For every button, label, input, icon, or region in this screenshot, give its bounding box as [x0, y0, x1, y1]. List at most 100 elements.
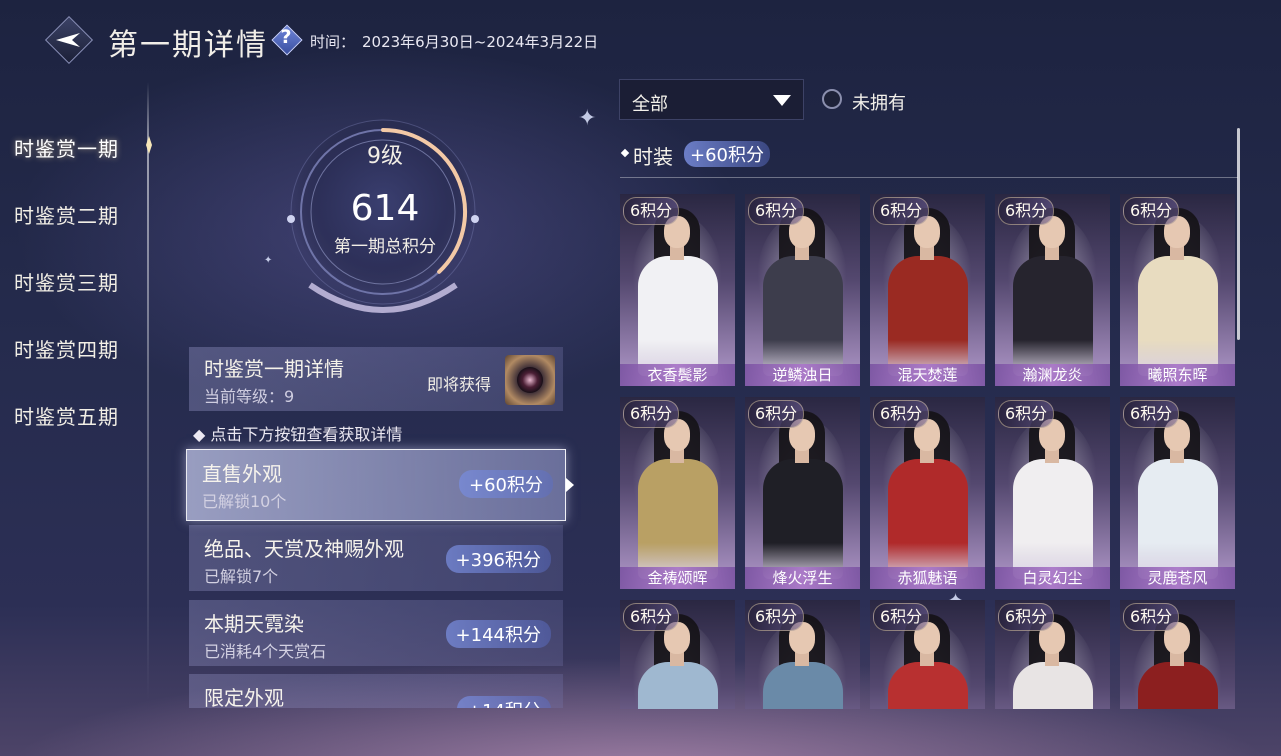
outfit-card[interactable]: 6积分曦照东晖: [1120, 194, 1235, 386]
scrollbar[interactable]: [1237, 128, 1240, 340]
outfit-card[interactable]: 6积分: [745, 600, 860, 709]
outfit-name: 灵鹿苍风: [1120, 567, 1235, 589]
category-subtitle: 已消耗4个天赏石: [204, 642, 327, 661]
outfit-name: 烽火浮生: [745, 567, 860, 589]
outfit-points-badge: 6积分: [1123, 197, 1180, 225]
period-detail-card[interactable]: 时鉴赏一期详情 当前等级：9 即将获得: [189, 347, 563, 411]
outfit-name: 瀚渊龙炎: [995, 364, 1110, 386]
outfit-points-badge: 6积分: [873, 400, 930, 428]
outfit-points-badge: 6积分: [998, 400, 1055, 428]
nav-item-period-1[interactable]: 时鉴赏一期: [14, 133, 119, 162]
level-text: 9级: [367, 144, 403, 169]
filter-value: 全部: [632, 94, 668, 115]
outfit-points-badge: 6积分: [748, 603, 805, 631]
outfit-figure: [1013, 256, 1093, 376]
outfit-figure: [1138, 256, 1218, 376]
reward-orb-icon: [517, 367, 543, 393]
category-points-badge: +144积分: [445, 620, 551, 648]
not-owned-radio[interactable]: [822, 89, 842, 109]
chevron-down-icon: [773, 95, 791, 106]
outfit-card[interactable]: 6积分混天焚莲: [870, 194, 985, 386]
outfit-card[interactable]: 6积分 赤狐魅语: [870, 397, 985, 589]
outfit-points-badge: 6积分: [1123, 603, 1180, 631]
selected-arrow-icon: [566, 478, 574, 492]
active-marker-icon: [146, 136, 152, 154]
category-direct-sale[interactable]: 直售外观 已解锁10个 +60积分: [186, 449, 566, 521]
outfit-card[interactable]: 6积分逆鳞浊日: [745, 194, 860, 386]
header: 第一期详情 ? 时间： 2023年6月30日~2024年3月22日: [0, 0, 1281, 80]
time-range: 2023年6月30日~2024年3月22日: [362, 33, 599, 51]
outfit-points-badge: 6积分: [998, 603, 1055, 631]
outfit-name: 混天焚莲: [870, 364, 985, 386]
outfit-name: 逆鳞浊日: [745, 364, 860, 386]
category-dye[interactable]: 本期天霓染 已消耗4个天赏石 +144积分: [189, 600, 563, 666]
sparkle-icon: ✦: [578, 106, 597, 131]
category-points-badge: +14积分: [457, 696, 551, 708]
category-points-badge: +60积分: [459, 470, 553, 498]
outfit-points-badge: 6积分: [623, 197, 680, 225]
nav-item-period-2[interactable]: 时鉴赏二期: [14, 200, 119, 229]
outfit-name: 衣香鬓影: [620, 364, 735, 386]
outfit-figure: [1013, 662, 1093, 709]
outfit-card[interactable]: 6积分灵鹿苍风: [1120, 397, 1235, 589]
outfit-card[interactable]: 6积分: [1120, 600, 1235, 709]
outfit-figure: [888, 256, 968, 376]
category-premium[interactable]: 绝品、天赏及神赐外观 已解锁7个 +396积分: [189, 525, 563, 591]
outfit-figure: [1138, 459, 1218, 579]
hint-text: ◆ 点击下方按钮查看获取详情: [193, 425, 403, 444]
outfit-figure: [638, 256, 718, 376]
outfit-card[interactable]: 6积分金祷颂晖: [620, 397, 735, 589]
outfit-figure: [1013, 459, 1093, 579]
not-owned-label[interactable]: 未拥有: [852, 89, 906, 115]
current-level: 当前等级：9: [204, 387, 295, 406]
outfit-points-badge: 6积分: [873, 197, 930, 225]
outfit-card[interactable]: 6积分: [870, 600, 985, 709]
outfit-points-badge: 6积分: [998, 197, 1055, 225]
outfit-figure: [763, 662, 843, 709]
total-score: 614: [350, 188, 420, 229]
outfit-name: 白灵幻尘: [995, 567, 1110, 589]
category-subtitle: 已解锁10个: [202, 492, 287, 511]
outfit-card[interactable]: 6积分烽火浮生: [745, 397, 860, 589]
category-title: 绝品、天赏及神赐外观: [204, 537, 404, 561]
back-button[interactable]: [44, 15, 94, 65]
total-score-label: 第一期总积分: [334, 237, 436, 257]
nav-item-period-5[interactable]: 时鉴赏五期: [14, 401, 119, 430]
outfit-figure: [1138, 662, 1218, 709]
outfit-points-badge: 6积分: [873, 603, 930, 631]
section-header: 时装 +60积分: [620, 140, 1238, 178]
category-title: 限定外观: [204, 686, 284, 708]
outfit-points-badge: 6积分: [748, 400, 805, 428]
outfit-card[interactable]: 6积分瀚渊龙炎: [995, 194, 1110, 386]
outfit-card[interactable]: 6积分白灵幻尘: [995, 397, 1110, 589]
outfit-grid: 6积分 衣香鬓影 6积分 逆鳞浊日 6积分 混天焚莲 6积分 瀚渊龙炎 6积分 曦照东晖 6积分 金祷…: [620, 194, 1238, 709]
outfit-figure: [888, 662, 968, 709]
outfit-card[interactable]: 6积分: [995, 600, 1110, 709]
category-points-badge: +396积分: [445, 545, 551, 573]
question-diamond-icon: ?: [280, 26, 292, 48]
outfit-card[interactable]: 6积分衣香鬓影: [620, 194, 735, 386]
category-title: 本期天霓染: [204, 612, 304, 636]
category-limited[interactable]: 限定外观 +14积分: [189, 674, 563, 708]
page-title: 第一期详情: [108, 28, 268, 63]
soon-label: 即将获得: [427, 375, 492, 394]
outfit-card[interactable]: 6积分: [620, 600, 735, 709]
help-button[interactable]: ?: [271, 24, 303, 56]
next-reward-item[interactable]: [505, 355, 555, 405]
outfit-points-badge: 6积分: [1123, 400, 1180, 428]
outfit-name: 金祷颂晖: [620, 567, 735, 589]
category-subtitle: 已解锁7个: [204, 567, 279, 586]
outfit-figure: [638, 662, 718, 709]
filter-dropdown[interactable]: 全部: [619, 79, 804, 120]
section-title: 时装: [633, 145, 673, 169]
section-points-badge: +60积分: [684, 141, 770, 167]
outfit-points-badge: 6积分: [748, 197, 805, 225]
outfit-name: 曦照东晖: [1120, 364, 1235, 386]
nav-item-period-3[interactable]: 时鉴赏三期: [14, 267, 119, 296]
detail-title: 时鉴赏一期详情: [204, 357, 344, 381]
nav-item-period-4[interactable]: 时鉴赏四期: [14, 334, 119, 363]
outfit-points-badge: 6积分: [623, 400, 680, 428]
category-title: 直售外观: [202, 462, 282, 486]
nav-divider: [147, 82, 149, 702]
outfit-figure: [888, 459, 968, 579]
